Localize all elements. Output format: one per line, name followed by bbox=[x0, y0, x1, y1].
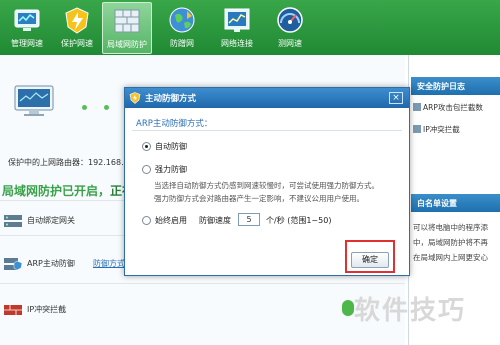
toolbar-label: 局域网防护 bbox=[107, 40, 147, 49]
network-chart-icon bbox=[224, 8, 250, 32]
speed-monitor-icon bbox=[14, 9, 40, 31]
speedometer-icon bbox=[277, 7, 303, 33]
gateway-label: 保护中的上网路由器：192.168. bbox=[8, 158, 124, 167]
dialog-title: 主动防御方式 bbox=[145, 94, 197, 104]
defense-speed-input[interactable]: 5 bbox=[238, 213, 260, 226]
ok-button[interactable]: 确定 bbox=[351, 252, 389, 268]
defense-speed-unit: 个/秒 (范围1~50) bbox=[266, 216, 332, 225]
toolbar-label: 保护网速 bbox=[61, 39, 93, 48]
log-item-icon bbox=[413, 103, 421, 111]
feature-toggle[interactable] bbox=[342, 300, 354, 316]
log-item: ARP攻击包拦截数 bbox=[413, 102, 483, 113]
option-always-enable-label: 始终启用 bbox=[155, 216, 187, 225]
protection-status: 局域网防护已开启，正在 bbox=[2, 182, 134, 199]
radio-always-enable[interactable] bbox=[142, 216, 151, 225]
defense-speed-label: 防御速度 bbox=[199, 216, 231, 225]
protection-status-prefix: 局域网防护已开启， bbox=[2, 184, 111, 198]
toolbar-label: 网络连接 bbox=[221, 39, 253, 48]
watermark: 软件技巧 bbox=[354, 296, 467, 326]
toolbar-item-test-speed[interactable]: 测网速 bbox=[265, 2, 315, 54]
log-item-label: ARP攻击包拦截数 bbox=[423, 103, 483, 112]
log-item-icon bbox=[413, 125, 421, 133]
divider bbox=[132, 130, 402, 131]
whitelist-text: 可以将电脑中的程序添 bbox=[413, 223, 488, 232]
server-shield-icon bbox=[4, 258, 23, 271]
arp-mode-heading: ARP主动防御方式： bbox=[136, 119, 213, 129]
status-dot bbox=[82, 105, 87, 110]
firewall-icon bbox=[4, 305, 22, 315]
toolbar-item-manage-speed[interactable]: 管理网速 bbox=[2, 2, 52, 54]
toolbar-item-lan-protect[interactable]: 局域网防护 bbox=[102, 2, 152, 54]
server-icon bbox=[4, 215, 22, 227]
globe-icon bbox=[169, 7, 195, 33]
top-toolbar: 管理网速 保护网速 局域网防护 防蹭网 网络连接 测网速 bbox=[0, 0, 500, 55]
option-strong-defense-label: 强力防御 bbox=[155, 165, 187, 174]
computer-monitor-icon bbox=[14, 85, 54, 116]
log-item-label: IP冲突拦截 bbox=[423, 125, 460, 134]
radio-strong-defense[interactable] bbox=[142, 165, 151, 174]
strong-defense-desc: 强力防御方式会对路由器产生一定影响，不建议公用用户使用。 bbox=[154, 194, 364, 203]
radio-auto-defense[interactable] bbox=[142, 142, 151, 151]
toolbar-label: 管理网速 bbox=[11, 39, 43, 48]
toolbar-label: 测网速 bbox=[278, 39, 302, 48]
log-item: IP冲突拦截 bbox=[413, 124, 460, 135]
feature-name: IP冲突拦截 bbox=[27, 305, 67, 314]
feature-name: ARP主动防御 bbox=[27, 259, 75, 268]
strong-defense-desc: 当选择自动防御方式仍感到网速较慢时，可尝试使用强力防御方式。 bbox=[154, 181, 379, 190]
dialog-titlebar[interactable]: 主动防御方式 × bbox=[125, 88, 409, 108]
option-auto-defense-label: 自动防御 bbox=[155, 142, 187, 151]
feature-name: 自动绑定网关 bbox=[27, 216, 75, 225]
toolbar-item-anti-leech[interactable]: 防蹭网 bbox=[157, 2, 207, 54]
defense-mode-link[interactable]: 防御方式 bbox=[93, 258, 125, 269]
whitelist-header: 白名单设置 bbox=[411, 194, 500, 212]
close-button[interactable]: × bbox=[389, 92, 403, 104]
divider bbox=[0, 283, 405, 284]
toolbar-item-protect-speed[interactable]: 保护网速 bbox=[52, 2, 102, 54]
whitelist-text: 在局域网内上网更安心 bbox=[413, 253, 488, 262]
whitelist-text: 中，局域网防护将不再 bbox=[413, 238, 488, 247]
lightning-shield-icon bbox=[65, 7, 89, 34]
lan-wall-icon bbox=[114, 9, 140, 33]
security-log-header: 安全防护日志 bbox=[411, 77, 500, 95]
toolbar-item-network-connect[interactable]: 网络连接 bbox=[212, 2, 262, 54]
shield-icon bbox=[129, 92, 141, 104]
status-dot bbox=[104, 105, 109, 110]
toolbar-label: 防蹭网 bbox=[170, 39, 194, 48]
